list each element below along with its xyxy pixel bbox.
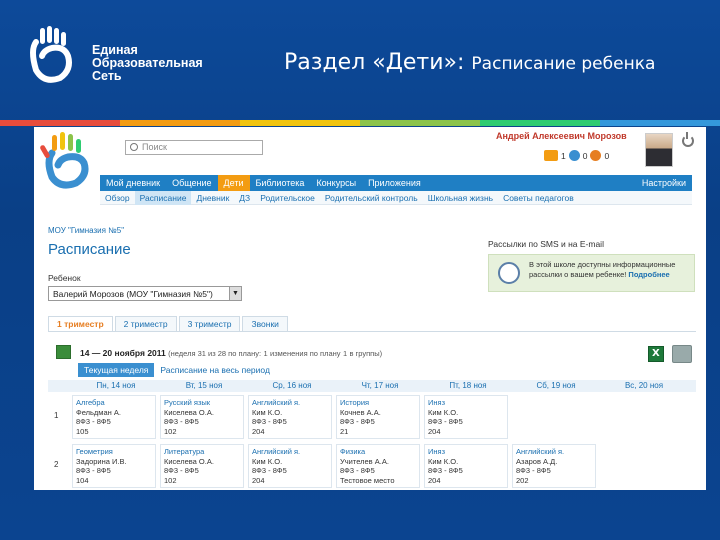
day-header: Сб, 19 ноя [536,381,576,390]
lesson-cell[interactable]: Русский язык Киселева О.А. 8Ф3 - 8Ф5 102 [160,395,244,439]
subnav-parent[interactable]: Родительское [255,191,320,205]
logout-icon[interactable] [682,132,694,147]
subnav-schedule[interactable]: Расписание [134,190,192,205]
lesson-cell[interactable]: Иняз Ким К.О. 8Ф3 - 8Ф5 204 [424,395,508,439]
site-logo-icon[interactable] [38,131,100,193]
day-header: Вт, 15 ноя [185,381,223,390]
lesson-cell[interactable]: Литература Киселева О.А. 8Ф3 - 8Ф5 102 [160,444,244,488]
tab-term-2[interactable]: 2 триместр [114,316,177,331]
child-select-value: Валерий Морозов (МОУ "Гимназия №5") [53,289,213,299]
search-input[interactable]: Поиск [125,140,263,155]
breadcrumb[interactable]: МОУ "Гимназия №5" [48,226,124,235]
page-title: Расписание [48,241,131,258]
lesson-cell[interactable]: Физика Учителев А.А. 8Ф3 - 8Ф5 Тестовое мес… [336,444,420,488]
nav-settings[interactable]: Настройки [636,175,692,191]
tab-bells[interactable]: Звонки [242,316,288,331]
sub-navigation: Обзор Расписание Дневник ДЗ Родительское… [100,190,692,205]
search-icon [130,143,138,151]
subnav-homework[interactable]: ДЗ [234,191,255,205]
slide-subtitle: Расписание ребенка [471,54,656,74]
nav-library[interactable]: Библиотека [250,175,311,191]
tab-term-1[interactable]: 1 триместр [48,316,113,331]
subnav-overview[interactable]: Обзор [100,191,135,205]
day-header: Вс, 20 ноя [624,381,664,390]
lesson-cell[interactable]: Иняз Ким К.О. 8Ф3 - 8Ф5 204 [424,444,508,488]
week-info: 14 — 20 ноября 2011 (неделя 31 из 28 по … [80,348,383,358]
day-header: Пт, 18 ноя [449,381,487,390]
brand-text: Единая Образовательная Сеть [92,43,203,83]
color-strip [0,120,720,126]
brand-logo: Единая Образовательная Сеть [22,26,212,90]
subnav-parental-control[interactable]: Родительский контроль [320,191,423,205]
empty-cell [600,444,684,488]
notification-counters: 1 0 0 [544,150,609,161]
schedule-row: 1 Алгебра Фельдман А. 8Ф3 - 8Ф5 105 Русский… [48,395,696,442]
sms-banner: В этой школе доступны информационные рас… [488,254,695,292]
week-range: 14 — 20 ноября 2011 [80,348,166,358]
nav-communication[interactable]: Общение [166,175,217,191]
lesson-cell[interactable]: Английский я. Ким К.О. 8Ф3 - 8Ф5 204 [248,395,332,439]
subnav-teacher-tips[interactable]: Советы педагогов [498,191,579,205]
lesson-number: 1 [54,411,59,420]
schedule-row: 2 Геометрия Задорина И.В. 8Ф3 - 8Ф5 104 Лит… [48,444,696,490]
user-avatar[interactable] [645,133,673,167]
schedule-header: Пн, 14 ноя Вт, 15 ноя Ср, 16 ноя Чт, 17 … [48,380,696,392]
lesson-cell[interactable]: Геометрия Задорина И.В. 8Ф3 - 8Ф5 104 [72,444,156,488]
hand-logo-icon [30,26,72,83]
sms-more-link[interactable]: Подробнее [628,270,669,279]
sms-text: В этой школе доступны информационные рас… [529,260,676,279]
period-buttons: Текущая неделя Расписание на весь период [78,363,276,377]
current-week-button[interactable]: Текущая неделя [78,363,155,377]
friends-count: 0 [582,150,588,161]
clock-icon [498,262,520,284]
subnav-school-life[interactable]: Школьная жизнь [423,191,498,205]
empty-cell [600,395,684,439]
excel-export-icon[interactable] [648,346,664,362]
nav-children[interactable]: Дети [217,175,250,191]
child-label: Ребенок [48,273,81,283]
invites-icon[interactable] [590,150,602,161]
chevron-down-icon: ▼ [229,287,241,300]
child-select[interactable]: Валерий Морозов (МОУ "Гимназия №5") ▼ [48,286,242,301]
slide-title: Раздел «Дети»: Расписание ребенка [284,50,656,75]
lesson-cell[interactable]: Английский я. Азаров А.Д. 8Ф3 - 8Ф5 202 [512,444,596,488]
top-navigation: Мой дневник Общение Дети Библиотека Конк… [100,175,692,191]
subnav-diary[interactable]: Дневник [191,191,234,205]
day-header: Чт, 17 ноя [361,381,399,390]
slide-header: Единая Образовательная Сеть Раздел «Дети… [0,0,720,118]
messages-icon[interactable] [544,150,558,161]
nav-contests[interactable]: Конкурсы [310,175,362,191]
calendar-icon[interactable] [56,345,71,359]
day-header: Пн, 14 ноя [96,381,136,390]
lesson-cell[interactable]: Английский я. Ким К.О. 8Ф3 - 8Ф5 204 [248,444,332,488]
friends-icon[interactable] [568,150,580,161]
user-name-link[interactable]: Андрей Алексеевич Морозов [496,131,627,141]
lesson-number: 2 [54,460,59,469]
messages-count: 1 [561,150,566,161]
whole-period-button[interactable]: Расписание на весь период [154,363,276,377]
lesson-cell[interactable]: История Кочнев А.А. 8Ф3 - 8Ф5 21 [336,395,420,439]
empty-cell [512,395,596,439]
invites-count: 0 [604,150,610,161]
nav-my-diary[interactable]: Мой дневник [100,175,166,191]
nav-apps[interactable]: Приложения [362,175,427,191]
term-tabs: 1 триместр 2 триместр 3 триместр Звонки [48,316,290,331]
tab-term-3[interactable]: 3 триместр [178,316,241,331]
app-screenshot: Поиск Андрей Алексеевич Морозов 1 0 0 Мо… [34,127,706,490]
lesson-cell[interactable]: Алгебра Фельдман А. 8Ф3 - 8Ф5 105 [72,395,156,439]
day-header: Ср, 16 ноя [272,381,312,390]
print-icon[interactable] [672,345,692,363]
sms-title: Рассылки по SMS и на E-mail [488,239,604,249]
